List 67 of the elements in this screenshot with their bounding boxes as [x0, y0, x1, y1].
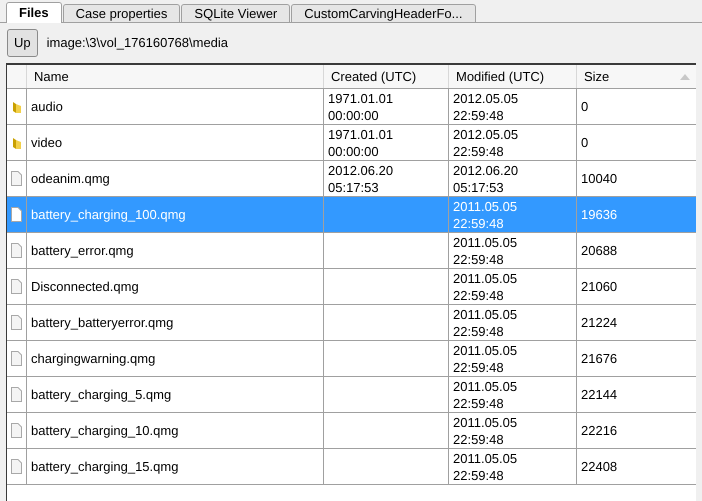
- created-cell: 1971.01.01 00:00:00: [328, 126, 394, 160]
- folder-icon: [12, 100, 22, 114]
- size-cell: 21224: [581, 314, 618, 331]
- name-cell: video: [31, 134, 62, 151]
- modified-cell: 2012.06.20 05:17:53: [453, 162, 518, 196]
- name-cell: battery_error.qmg: [31, 242, 134, 259]
- modified-cell: 2011.05.05 22:59:48: [453, 234, 518, 268]
- size-cell: 22216: [581, 422, 618, 439]
- name-cell: battery_charging_5.qmg: [31, 386, 172, 403]
- created-cell: 1971.01.01 00:00:00: [328, 90, 394, 124]
- file-row[interactable]: odeanim.qmg 2012.06.20 05:17:53 2012.06.20 05:17:53 10040: [7, 161, 696, 197]
- name-cell: battery_charging_10.qmg: [31, 422, 178, 439]
- name-cell: battery_batteryerror.qmg: [31, 314, 174, 331]
- name-cell: chargingwarning.qmg: [31, 350, 156, 367]
- file-icon: [11, 315, 22, 330]
- size-cell: 10040: [581, 170, 618, 187]
- modified-cell: 2012.05.05 22:59:48: [453, 126, 518, 160]
- file-row[interactable]: video 1971.01.01 00:00:00 2012.05.05 22:59:48 0: [7, 125, 696, 161]
- file-icon: [11, 171, 22, 186]
- name-cell: odeanim.qmg: [31, 170, 110, 187]
- file-row[interactable]: audio 1971.01.01 00:00:00 2012.05.05 22:59:48 0: [7, 89, 696, 125]
- size-cell: 0: [581, 134, 588, 151]
- column-header[interactable]: Name: [26, 65, 323, 88]
- tab[interactable]: SQLite Viewer: [181, 4, 290, 22]
- file-icon: [11, 207, 22, 222]
- column-header[interactable]: Size: [576, 65, 696, 88]
- modified-cell: 2012.05.05 22:59:48: [453, 90, 518, 124]
- modified-cell: 2011.05.05 22:59:48: [453, 378, 518, 412]
- folder-icon: [12, 136, 22, 150]
- column-header[interactable]: Modified (UTC): [448, 65, 576, 88]
- file-icon: [11, 459, 22, 474]
- name-cell: audio: [31, 98, 63, 115]
- created-cell: 2012.06.20 05:17:53: [328, 162, 394, 196]
- modified-cell: 2011.05.05 22:59:48: [453, 342, 518, 376]
- file-row[interactable]: battery_error.qmg 2011.05.05 22:59:48 20688: [7, 233, 696, 269]
- modified-cell: 2011.05.05 22:59:48: [453, 198, 518, 232]
- name-cell: Disconnected.qmg: [31, 278, 139, 295]
- file-row[interactable]: battery_charging_15.qmg 2011.05.05 22:59:48 22408: [7, 449, 696, 485]
- file-icon: [11, 387, 22, 402]
- file-icon: [11, 243, 22, 258]
- size-cell: 19636: [581, 206, 618, 223]
- file-row[interactable]: chargingwarning.qmg 2011.05.05 22:59:48 21676: [7, 341, 696, 377]
- size-cell: 0: [581, 98, 588, 115]
- modified-cell: 2011.05.05 22:59:48: [453, 450, 518, 484]
- modified-cell: 2011.05.05 22:59:48: [453, 270, 518, 304]
- name-cell: battery_charging_15.qmg: [31, 458, 178, 475]
- modified-cell: 2011.05.05 22:59:48: [453, 306, 518, 340]
- column-header[interactable]: Created (UTC): [323, 65, 448, 88]
- file-row[interactable]: battery_batteryerror.qmg 2011.05.05 22:59:48 21224: [7, 305, 696, 341]
- tab[interactable]: Files: [6, 2, 62, 23]
- file-row[interactable]: battery_charging_10.qmg 2011.05.05 22:59:48 22216: [7, 413, 696, 449]
- size-cell: 22144: [581, 386, 618, 403]
- sort-ascending-icon: [680, 74, 690, 80]
- tab[interactable]: Case properties: [62, 4, 180, 22]
- file-icon: [11, 351, 22, 366]
- tab[interactable]: CustomCarvingHeaderFo...: [291, 4, 476, 22]
- file-row[interactable]: battery_charging_5.qmg 2011.05.05 22:59:48 22144: [7, 377, 696, 413]
- file-icon: [11, 279, 22, 294]
- size-cell: 20688: [581, 242, 618, 259]
- size-cell: 22408: [581, 458, 618, 475]
- name-cell: battery_charging_100.qmg: [31, 206, 186, 223]
- size-cell: 21060: [581, 278, 618, 295]
- file-row[interactable]: Disconnected.qmg 2011.05.05 22:59:48 21060: [7, 269, 696, 305]
- modified-cell: 2011.05.05 22:59:48: [453, 414, 518, 448]
- up-button[interactable]: Up: [7, 29, 38, 57]
- file-icon: [11, 423, 22, 438]
- size-cell: 21676: [581, 350, 618, 367]
